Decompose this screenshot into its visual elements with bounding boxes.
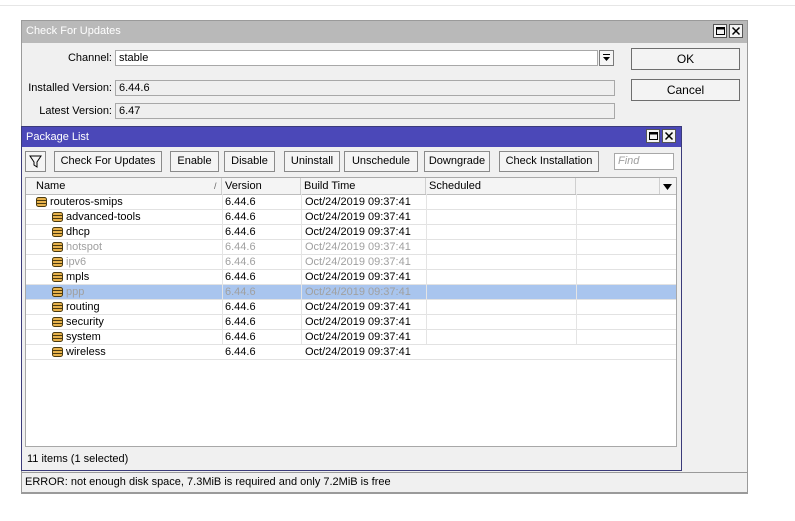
cell-version: 6.44.6 — [225, 271, 256, 283]
cell-version: 6.44.6 — [225, 316, 256, 328]
cell-build-time: Oct/24/2019 09:37:41 — [305, 196, 411, 208]
cell-name: security — [66, 316, 104, 328]
table-row[interactable]: dhcp 6.44.6 Oct/24/2019 09:37:41 — [26, 225, 676, 240]
find-input[interactable]: Find — [614, 153, 674, 170]
table-row[interactable]: routeros-smips 6.44.6 Oct/24/2019 09:37:41 — [26, 195, 676, 210]
cell-version: 6.44.6 — [225, 241, 256, 253]
package-icon — [52, 347, 63, 357]
cancel-button[interactable]: Cancel — [631, 79, 740, 101]
cell-build-time: Oct/24/2019 09:37:41 — [305, 316, 411, 328]
cell-build-time: Oct/24/2019 09:37:41 — [305, 271, 411, 283]
filter-button[interactable] — [25, 151, 46, 172]
package-list-window: Package List Check For Updates Enable Di… — [21, 126, 682, 471]
close-icon[interactable] — [662, 129, 676, 143]
package-icon — [52, 317, 63, 327]
package-list-titlebar[interactable]: Package List — [22, 127, 681, 147]
latest-version-label: Latest Version: — [39, 105, 112, 117]
column-build-time[interactable]: Build Time — [301, 178, 426, 194]
cell-name: routing — [66, 301, 100, 313]
cell-version: 6.44.6 — [225, 301, 256, 313]
cell-name: wireless — [66, 346, 106, 358]
sort-indicator-icon: / — [214, 181, 217, 191]
column-name[interactable]: Name / — [26, 178, 222, 194]
cell-name: advanced-tools — [66, 211, 141, 223]
table-row[interactable]: advanced-tools 6.44.6 Oct/24/2019 09:37:41 — [26, 210, 676, 225]
ok-button[interactable]: OK — [631, 48, 740, 70]
package-icon — [52, 227, 63, 237]
cell-build-time: Oct/24/2019 09:37:41 — [305, 256, 411, 268]
table-row[interactable]: system 6.44.6 Oct/24/2019 09:37:41 — [26, 330, 676, 345]
dropdown-arrow-icon[interactable] — [599, 50, 614, 66]
cell-build-time: Oct/24/2019 09:37:41 — [305, 241, 411, 253]
cell-version: 6.44.6 — [225, 211, 256, 223]
package-icon — [52, 212, 63, 222]
check-installation-button[interactable]: Check Installation — [499, 151, 599, 172]
cell-build-time: Oct/24/2019 09:37:41 — [305, 331, 411, 343]
dialog-title: Check For Updates — [26, 25, 121, 37]
unschedule-button[interactable]: Unschedule — [344, 151, 418, 172]
maximize-icon[interactable] — [646, 129, 660, 143]
top-divider — [0, 5, 795, 6]
latest-version-field: 6.47 — [115, 103, 615, 119]
cell-build-time: Oct/24/2019 09:37:41 — [305, 211, 411, 223]
filter-icon — [29, 155, 42, 168]
maximize-icon[interactable] — [713, 24, 727, 38]
channel-label: Channel: — [67, 52, 112, 64]
table-header: Name / Version Build Time Scheduled — [26, 178, 676, 195]
package-icon — [52, 272, 63, 282]
column-menu-icon[interactable] — [663, 182, 673, 194]
table-row[interactable]: security 6.44.6 Oct/24/2019 09:37:41 — [26, 315, 676, 330]
cell-name: routeros-smips — [50, 196, 123, 208]
table-row[interactable]: wireless 6.44.6 Oct/24/2019 09:37:41 — [26, 345, 676, 360]
cell-build-time: Oct/24/2019 09:37:41 — [305, 226, 411, 238]
column-extra — [576, 178, 660, 194]
cell-name: system — [66, 331, 101, 343]
cell-build-time: Oct/24/2019 09:37:41 — [305, 286, 411, 298]
cell-name: mpls — [66, 271, 90, 283]
package-icon — [52, 242, 63, 252]
cell-build-time: Oct/24/2019 09:37:41 — [305, 346, 411, 358]
column-version[interactable]: Version — [222, 178, 301, 194]
table-row[interactable]: ipv6 6.44.6 Oct/24/2019 09:37:41 — [26, 255, 676, 270]
table-row[interactable]: mpls 6.44.6 Oct/24/2019 09:37:41 — [26, 270, 676, 285]
disable-button[interactable]: Disable — [224, 151, 275, 172]
package-icon — [52, 257, 63, 267]
cell-version: 6.44.6 — [225, 286, 256, 298]
channel-select[interactable]: stable — [115, 50, 598, 66]
table-row[interactable]: hotspot 6.44.6 Oct/24/2019 09:37:41 — [26, 240, 676, 255]
table-row[interactable]: ppp 6.44.6 Oct/24/2019 09:37:41 — [26, 285, 676, 300]
cell-name: ipv6 — [66, 256, 87, 268]
cell-build-time: Oct/24/2019 09:37:41 — [305, 301, 411, 313]
package-icon — [36, 197, 47, 207]
cell-name: hotspot — [66, 241, 103, 253]
status-text: 11 items (1 selected) — [27, 453, 129, 465]
package-icon — [52, 287, 63, 297]
uninstall-button[interactable]: Uninstall — [284, 151, 340, 172]
error-message: ERROR: not enough disk space, 7.3MiB is … — [21, 472, 748, 493]
package-icon — [52, 332, 63, 342]
cell-name: ppp — [66, 286, 85, 298]
package-list-title: Package List — [26, 131, 89, 143]
table-row[interactable]: routing 6.44.6 Oct/24/2019 09:37:41 — [26, 300, 676, 315]
enable-button[interactable]: Enable — [170, 151, 219, 172]
column-scheduled[interactable]: Scheduled — [426, 178, 576, 194]
dialog-titlebar[interactable]: Check For Updates — [22, 21, 747, 43]
installed-version-label: Installed Version: — [28, 82, 112, 94]
package-icon — [52, 302, 63, 312]
close-icon[interactable] — [729, 24, 743, 38]
cell-version: 6.44.6 — [225, 226, 256, 238]
check-for-updates-button[interactable]: Check For Updates — [54, 151, 162, 172]
cell-name: dhcp — [66, 226, 90, 238]
cell-version: 6.44.6 — [225, 196, 256, 208]
package-table: Name / Version Build Time Scheduled rout… — [25, 177, 677, 447]
cell-version: 6.44.6 — [225, 331, 256, 343]
cell-version: 6.44.6 — [225, 346, 256, 358]
downgrade-button[interactable]: Downgrade — [424, 151, 490, 172]
cell-version: 6.44.6 — [225, 256, 256, 268]
installed-version-field: 6.44.6 — [115, 80, 615, 96]
